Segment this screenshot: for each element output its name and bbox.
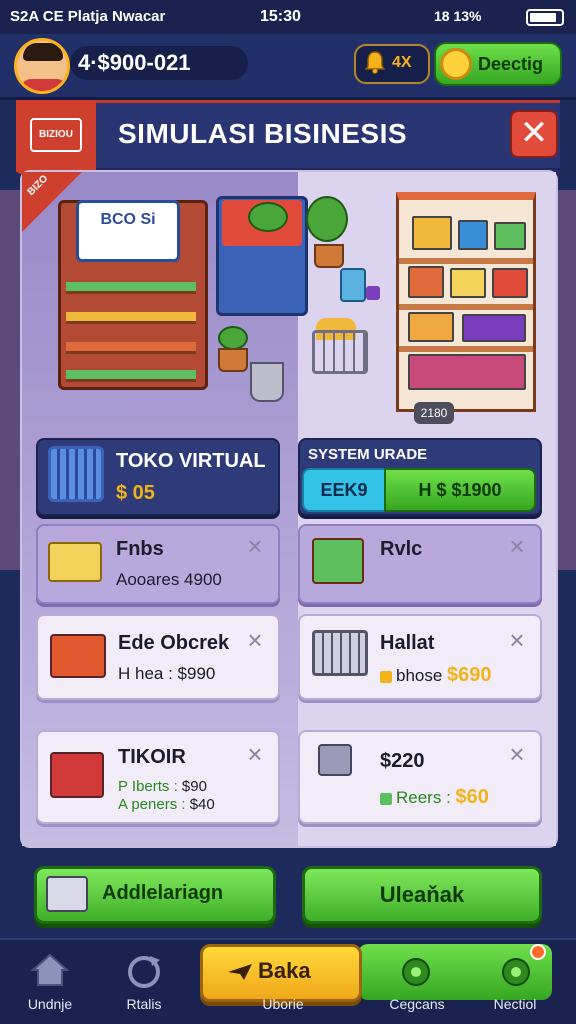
gear-icon[interactable] <box>496 952 536 992</box>
nav-label[interactable]: Rtalis <box>99 996 189 1012</box>
tree-icon <box>306 196 348 242</box>
close-button[interactable]: ✕ <box>510 110 558 158</box>
box-icon <box>412 216 452 250</box>
item-name: Rvlc <box>380 538 423 560</box>
toko-virtual-price: $ 05 <box>116 482 155 504</box>
primary-action-button[interactable]: Uleaňak <box>302 866 542 924</box>
item-name: $220 <box>380 750 425 772</box>
shopping-basket-icon <box>312 630 368 676</box>
item-line: A peners : $40 <box>118 796 215 813</box>
rack-shelf <box>399 258 533 264</box>
box-icon <box>318 744 352 776</box>
shopping-cart-icon <box>48 446 104 502</box>
item-cost: bhose $690 <box>380 664 492 687</box>
bell-icon <box>364 51 386 74</box>
upgrade-buy-button[interactable]: H $ $1900 <box>384 468 536 512</box>
shopping-cart-icon <box>312 330 368 374</box>
box-icon <box>492 268 528 298</box>
home-icon[interactable] <box>30 952 70 988</box>
toko-virtual-name: TOKO VIRTUAL <box>116 450 266 472</box>
box-icon <box>450 268 486 298</box>
notification-badge <box>530 944 546 960</box>
crate-icon <box>50 634 106 678</box>
item-name: Ede Obcrek <box>118 632 230 654</box>
player-avatar[interactable] <box>14 38 70 94</box>
page-title: SIMULASI BISINESIS <box>118 118 408 149</box>
item-cost: Reers : $60 <box>380 786 489 809</box>
cash-register-icon <box>46 876 88 912</box>
cooking-pot-icon <box>250 362 284 402</box>
money-balance: 4·$900-021 <box>78 50 191 75</box>
plant-pot-icon <box>314 244 344 268</box>
nav-label[interactable]: Uborie <box>238 996 328 1012</box>
ribbon-logo: BIZIOU <box>30 118 82 152</box>
box-icon <box>494 222 526 250</box>
box-icon <box>408 354 526 390</box>
treasure-box-icon <box>50 752 104 798</box>
status-time: 15:30 <box>260 8 301 25</box>
shelf-row <box>66 342 196 354</box>
nav-label[interactable]: Cegcans <box>372 996 462 1012</box>
badge-icon <box>366 286 380 300</box>
refresh-icon[interactable] <box>124 952 164 990</box>
add-button-label: Addlelariagn <box>102 882 224 904</box>
nav-label[interactable]: Nectiol <box>470 996 560 1012</box>
nav-primary-label: Baka <box>258 958 311 983</box>
notification-count: 4X <box>392 54 412 71</box>
remove-item-button[interactable]: × <box>244 533 266 559</box>
cheese-icon <box>48 542 102 582</box>
register-icon <box>312 538 364 584</box>
rack-shelf <box>399 304 533 310</box>
jar-icon <box>340 268 366 302</box>
system-upgrade-title: SYSTEM URADE <box>308 446 428 463</box>
plane-icon <box>228 964 252 980</box>
item-cost: Aooares 4900 <box>116 570 222 589</box>
year-tag: 2180 <box>414 402 454 424</box>
shelf-row <box>66 312 196 324</box>
remove-item-button[interactable]: × <box>244 741 266 767</box>
gear-icon[interactable] <box>396 952 436 992</box>
plant-icon <box>218 326 248 350</box>
nav-label[interactable]: Undnje <box>5 996 95 1012</box>
top-action-label: Deectig <box>478 54 544 74</box>
box-icon <box>408 312 454 342</box>
status-carrier-text: S2A CE Platja Nwacar <box>10 8 166 25</box>
background-shop-right <box>556 190 576 570</box>
item-cost: H hea : $990 <box>118 664 216 683</box>
status-battery-text: 18 13% <box>434 8 482 24</box>
plant-pot-icon <box>218 348 248 372</box>
produce-icon <box>248 202 288 232</box>
item-name: TIKOIR <box>118 746 186 768</box>
rack-shelf <box>399 346 533 352</box>
background-shop-left <box>0 190 22 570</box>
box-icon <box>408 266 444 298</box>
battery-icon <box>526 9 564 26</box>
item-name: Hallat <box>380 632 435 654</box>
remove-item-button[interactable]: × <box>506 741 528 767</box>
upgrade-option-button[interactable]: EEK9 <box>302 468 386 512</box>
store-sign: BCO Si <box>76 200 180 262</box>
remove-item-button[interactable]: × <box>506 627 528 653</box>
item-line: P Iberts : $90 <box>118 778 207 795</box>
shelf-row <box>66 282 196 294</box>
box-icon <box>462 314 526 342</box>
item-name: Fnbs <box>116 538 164 560</box>
remove-item-button[interactable]: × <box>244 627 266 653</box>
shelf-row <box>66 370 196 382</box>
box-icon <box>458 220 488 250</box>
remove-item-button[interactable]: × <box>506 533 528 559</box>
coin-icon <box>440 48 472 80</box>
